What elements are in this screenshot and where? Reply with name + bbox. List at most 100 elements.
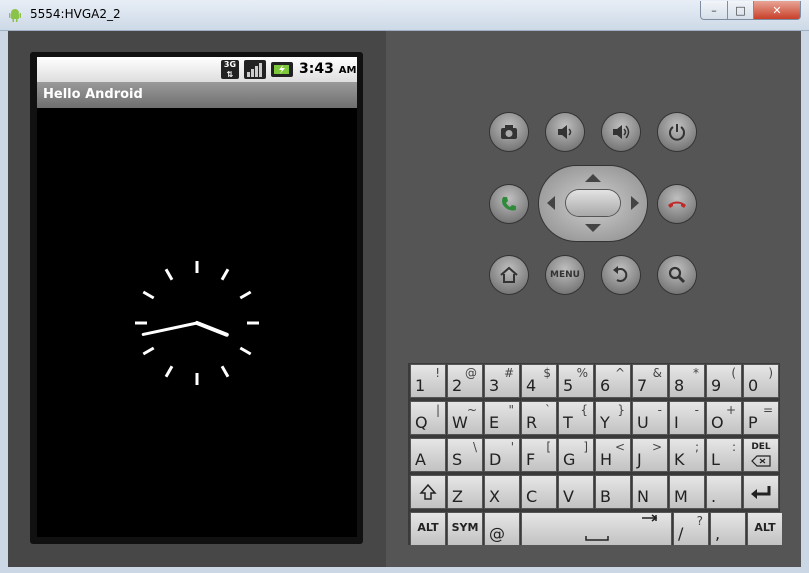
dpad-center-button[interactable] [566, 190, 620, 216]
backspace-icon [751, 455, 771, 467]
dpad-down-icon[interactable] [585, 224, 601, 232]
key-8[interactable]: 8 * [669, 364, 705, 398]
dpad-up-icon[interactable] [585, 174, 601, 182]
key-n[interactable]: N [632, 475, 668, 509]
camera-button[interactable] [490, 113, 528, 151]
phone-call-icon [502, 197, 516, 211]
key-q[interactable]: Q | [410, 401, 446, 435]
key-1[interactable]: 1! [410, 364, 446, 398]
key-del[interactable]: DEL [743, 438, 779, 472]
key-sym[interactable]: SYM [447, 512, 483, 546]
key-w[interactable]: W ~ [447, 401, 483, 435]
status-clock: 3:43 AM [299, 61, 357, 77]
window-title: 5554:HVGA2_2 [30, 7, 121, 21]
hardware-keyboard: 1! 2 @3 #4 $5% 6 ^ 7 & 8 * 9(0) Q | W ~ E " R ` T{Y} U - I - O + P =… [408, 363, 783, 546]
key-enter[interactable] [743, 475, 779, 509]
enter-icon [751, 486, 771, 499]
key-e[interactable]: E " [484, 401, 520, 435]
clock-tick [142, 290, 155, 300]
phone-hangup-icon [668, 201, 686, 208]
key-t[interactable]: T{ [558, 401, 594, 435]
key-4[interactable]: 4 $ [521, 364, 557, 398]
key-0[interactable]: 0) [743, 364, 779, 398]
window-titlebar[interactable]: 5554:HVGA2_2 – □ ✕ [0, 0, 809, 31]
key-d[interactable]: D ' [484, 438, 520, 472]
key-p[interactable]: P = [743, 401, 779, 435]
key-a[interactable]: A [410, 438, 446, 472]
search-icon [668, 266, 686, 284]
dpad-right-icon[interactable] [631, 196, 639, 210]
key-j[interactable]: J > [632, 438, 668, 472]
call-button[interactable] [490, 185, 528, 223]
status-bar: 3G ⇅ 3:43 AM [37, 57, 357, 82]
maximize-icon: □ [735, 3, 746, 17]
maximize-button[interactable]: □ [727, 1, 754, 20]
camera-icon [501, 125, 517, 139]
clock-tick [142, 346, 155, 356]
menu-button[interactable]: MENU [546, 256, 584, 294]
device-screen[interactable]: 3G ⇅ 3:43 AM Hello Android [37, 57, 357, 537]
key-shift[interactable] [410, 475, 446, 509]
key-5[interactable]: 5% [558, 364, 594, 398]
key-l[interactable]: L: [706, 438, 742, 472]
close-button[interactable]: ✕ [753, 1, 801, 20]
key-g[interactable]: G] [558, 438, 594, 472]
key-z[interactable]: Z [447, 475, 483, 509]
clock-minute-hand [141, 321, 199, 336]
key-space[interactable] [521, 512, 672, 546]
key-y[interactable]: Y} [595, 401, 631, 435]
home-icon [500, 266, 518, 283]
volume-up-icon [613, 125, 630, 139]
shift-icon [419, 483, 437, 500]
key-.[interactable]: . [706, 475, 742, 509]
power-icon [669, 124, 685, 141]
key-/[interactable]: /? [673, 512, 709, 546]
key-c[interactable]: C [521, 475, 557, 509]
key-h[interactable]: H < [595, 438, 631, 472]
key-alt[interactable]: ALT [747, 512, 783, 546]
app-titlebar: Hello Android [37, 82, 357, 108]
key-f[interactable]: F[ [521, 438, 557, 472]
key-6[interactable]: 6 ^ [595, 364, 631, 398]
home-button[interactable] [490, 256, 528, 294]
close-icon: ✕ [772, 3, 782, 17]
key-s[interactable]: S \ [447, 438, 483, 472]
key-m[interactable]: M [669, 475, 705, 509]
key-k[interactable]: K; [669, 438, 705, 472]
key-i[interactable]: I- [669, 401, 705, 435]
key-v[interactable]: V [558, 475, 594, 509]
key-alt[interactable]: ALT [410, 512, 446, 546]
menu-label: MENU [550, 270, 580, 280]
volume-up-button[interactable] [602, 113, 640, 151]
key-u[interactable]: U- [632, 401, 668, 435]
key-,[interactable]: , [710, 512, 746, 546]
space-icon [584, 514, 657, 541]
clock-hour-hand [195, 321, 229, 337]
key-9[interactable]: 9( [706, 364, 742, 398]
back-button[interactable] [602, 256, 640, 294]
back-arrow-icon [613, 266, 628, 282]
key-2[interactable]: 2 @ [447, 364, 483, 398]
key-@[interactable]: @ [484, 512, 520, 546]
key-b[interactable]: B [595, 475, 631, 509]
clock-tick [220, 365, 230, 378]
network-3g-icon: 3G ⇅ [221, 60, 239, 79]
clock-tick [164, 268, 174, 281]
volume-down-icon [558, 125, 572, 139]
power-button[interactable] [658, 113, 696, 151]
battery-charging-icon [271, 62, 293, 77]
dpad[interactable] [539, 166, 647, 241]
analog-clock [135, 261, 259, 385]
search-button[interactable] [658, 256, 696, 294]
dpad-left-icon[interactable] [547, 196, 555, 210]
clock-tick [239, 346, 252, 356]
key-x[interactable]: X [484, 475, 520, 509]
key-o[interactable]: O + [706, 401, 742, 435]
key-r[interactable]: R ` [521, 401, 557, 435]
minimize-button[interactable]: – [700, 1, 728, 20]
key-3[interactable]: 3 # [484, 364, 520, 398]
key-7[interactable]: 7 & [632, 364, 668, 398]
clock-tick [239, 290, 252, 300]
end-call-button[interactable] [658, 185, 696, 223]
volume-down-button[interactable] [546, 113, 584, 151]
